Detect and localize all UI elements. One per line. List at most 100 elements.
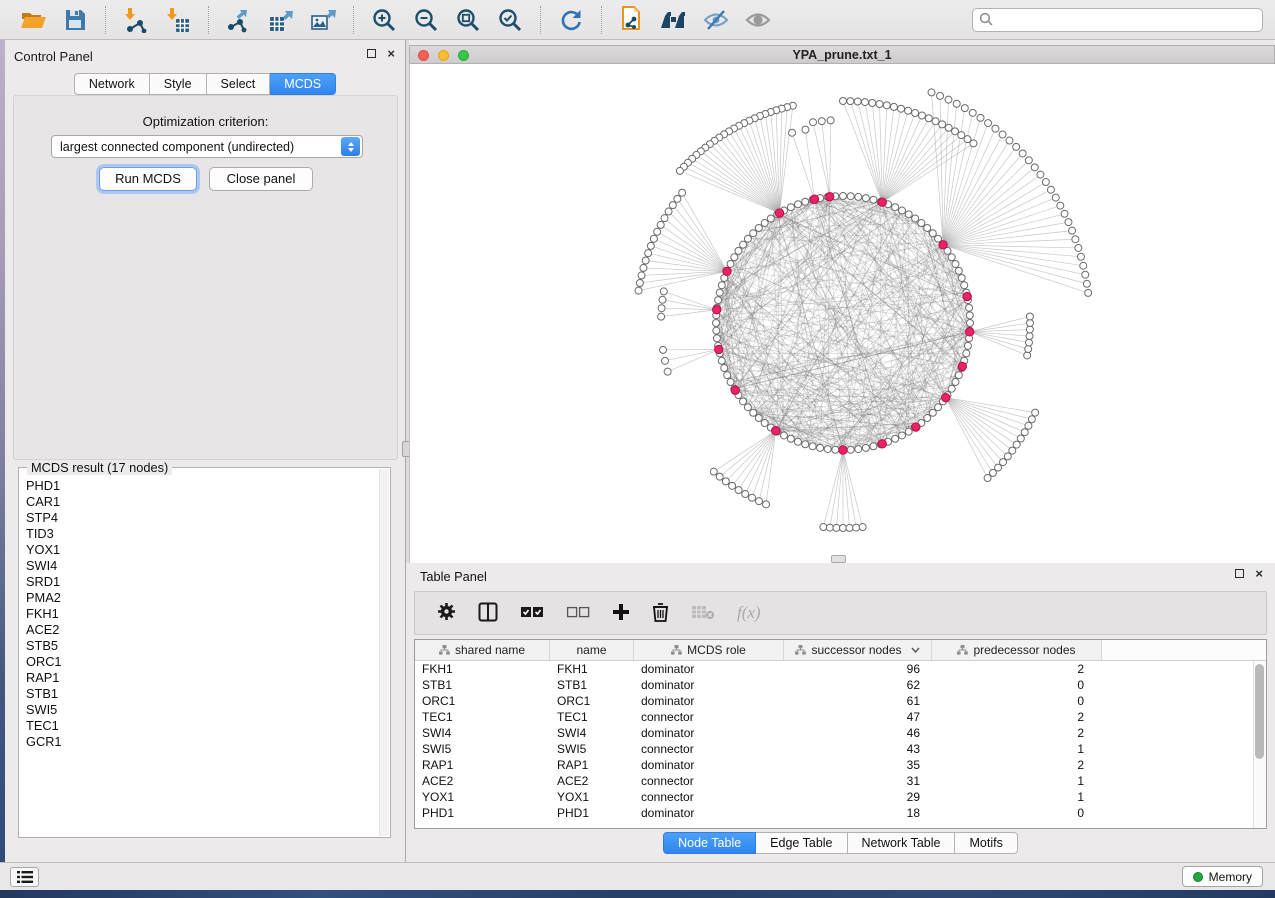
network-node[interactable] [925, 115, 932, 122]
network-node[interactable] [890, 103, 897, 110]
network-node[interactable] [674, 195, 681, 202]
close-window-icon[interactable] [418, 50, 429, 61]
network-node[interactable] [854, 98, 861, 105]
network-node[interactable] [905, 428, 912, 435]
network-node[interactable] [740, 241, 747, 248]
mcds-result-item[interactable]: FKH1 [26, 606, 379, 622]
network-hub-node[interactable] [839, 446, 847, 454]
tab-select[interactable]: Select [207, 73, 271, 95]
network-node[interactable] [661, 215, 668, 222]
network-node[interactable] [1026, 326, 1033, 333]
column-header-predecessor-nodes[interactable]: predecessor nodes [932, 640, 1102, 660]
zoom-window-icon[interactable] [458, 50, 469, 61]
mcds-result-item[interactable]: STB1 [26, 686, 379, 702]
network-node[interactable] [847, 446, 854, 453]
network-node[interactable] [727, 260, 734, 267]
network-node[interactable] [1061, 210, 1068, 217]
network-node[interactable] [847, 193, 854, 200]
zoom-fit-icon[interactable] [453, 5, 483, 35]
network-node[interactable] [780, 432, 787, 439]
hide-graphics-details-icon[interactable] [701, 5, 731, 35]
task-history-button[interactable] [10, 867, 39, 887]
network-node[interactable] [912, 215, 919, 222]
import-table-icon[interactable] [163, 5, 193, 35]
table-row[interactable]: YOX1YOX1connector291 [415, 789, 1266, 805]
network-node[interactable] [847, 98, 854, 105]
network-node[interactable] [963, 350, 970, 357]
network-node[interactable] [905, 211, 912, 218]
network-node[interactable] [853, 524, 860, 531]
network-node[interactable] [636, 279, 643, 286]
network-node[interactable] [937, 92, 944, 99]
table-row[interactable]: SWI4SWI4dominator462 [415, 725, 1266, 741]
delete-columns-icon[interactable] [652, 602, 669, 625]
network-node[interactable] [929, 230, 936, 237]
network-node[interactable] [948, 385, 955, 392]
table-row[interactable]: RAP1RAP1dominator352 [415, 757, 1266, 773]
network-node[interactable] [1024, 352, 1031, 359]
network-node[interactable] [1047, 186, 1054, 193]
network-node[interactable] [918, 112, 925, 119]
mcds-result-item[interactable]: STP4 [26, 510, 379, 526]
network-node[interactable] [977, 114, 984, 121]
export-network-icon[interactable] [224, 5, 254, 35]
network-node[interactable] [750, 409, 757, 416]
network-node[interactable] [870, 196, 877, 203]
network-node[interactable] [763, 501, 770, 508]
network-node[interactable] [645, 250, 652, 257]
network-node[interactable] [1072, 236, 1079, 243]
network-hub-node[interactable] [715, 345, 723, 353]
network-hub-node[interactable] [878, 198, 886, 206]
network-node[interactable] [664, 368, 671, 375]
table-options-gear-icon[interactable] [437, 602, 456, 624]
network-node[interactable] [945, 96, 952, 103]
run-mcds-button[interactable]: Run MCDS [99, 167, 197, 191]
network-node[interactable] [722, 478, 729, 485]
network-node[interactable] [661, 357, 668, 364]
horizontal-splitter-handle[interactable] [831, 555, 846, 563]
network-node[interactable] [750, 230, 757, 237]
network-node[interactable] [1082, 271, 1089, 278]
network-node[interactable] [761, 419, 768, 426]
network-node[interactable] [740, 398, 747, 405]
network-node[interactable] [761, 220, 768, 227]
network-node[interactable] [1075, 244, 1082, 251]
network-node[interactable] [731, 254, 738, 261]
tab-network-table[interactable]: Network Table [848, 832, 956, 854]
network-node[interactable] [955, 267, 962, 274]
network-hub-node[interactable] [712, 306, 720, 314]
export-image-icon[interactable] [308, 5, 338, 35]
tab-node-table[interactable]: Node Table [663, 832, 756, 854]
network-node[interactable] [669, 202, 676, 209]
network-node[interactable] [659, 296, 666, 303]
network-node[interactable] [716, 289, 723, 296]
network-node[interactable] [647, 242, 654, 249]
network-hub-node[interactable] [772, 427, 780, 435]
network-node[interactable] [817, 444, 824, 451]
network-node[interactable] [802, 198, 809, 205]
network-node[interactable] [826, 524, 833, 531]
network-node[interactable] [1025, 157, 1032, 164]
close-panel-button[interactable]: Close panel [209, 167, 313, 191]
save-session-icon[interactable] [60, 5, 90, 35]
network-hub-node[interactable] [965, 328, 973, 336]
network-node[interactable] [912, 110, 919, 117]
mcds-result-item[interactable]: SRD1 [26, 574, 379, 590]
network-node[interactable] [787, 204, 794, 211]
network-node[interactable] [787, 435, 794, 442]
table-row[interactable]: ACE2ACE2connector311 [415, 773, 1266, 789]
network-node[interactable] [742, 491, 749, 498]
network-node[interactable] [794, 438, 801, 445]
table-row[interactable]: SWI5SWI5connector431 [415, 741, 1266, 757]
open-file-icon[interactable] [18, 5, 48, 35]
network-node[interactable] [713, 327, 720, 334]
select-all-checkboxes-icon[interactable] [520, 605, 544, 622]
mcds-result-item[interactable]: GCR1 [26, 734, 379, 750]
float-table-panel-icon[interactable] [1235, 569, 1244, 578]
network-node[interactable] [735, 487, 742, 494]
network-node[interactable] [789, 129, 796, 136]
table-row[interactable]: FKH1FKH1dominator962 [415, 661, 1266, 677]
share-document-icon[interactable] [617, 5, 647, 35]
network-node[interactable] [862, 195, 869, 202]
network-node[interactable] [952, 128, 959, 135]
